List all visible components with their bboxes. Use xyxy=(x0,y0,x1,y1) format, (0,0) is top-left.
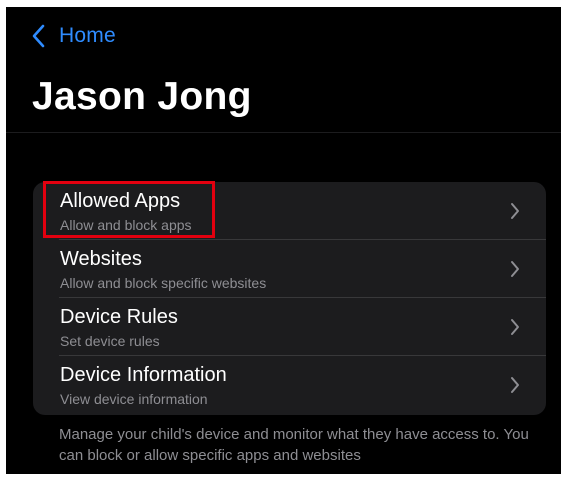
chevron-right-icon xyxy=(510,202,520,225)
footer-description: Manage your child's device and monitor w… xyxy=(59,426,529,464)
screen: Home Jason Jong Allowed Apps Allow and b… xyxy=(6,7,561,474)
device-rules-title: Device Rules xyxy=(60,306,178,328)
websites-subtitle: Allow and block specific websites xyxy=(60,275,267,291)
chevron-right-icon xyxy=(510,376,520,399)
back-button[interactable]: Home xyxy=(32,21,116,51)
device-rules-subtitle: Set device rules xyxy=(60,333,160,349)
websites-title: Websites xyxy=(60,248,142,270)
device-information-row[interactable]: Device Information View device informati… xyxy=(33,356,546,414)
device-information-subtitle: View device information xyxy=(60,391,208,407)
chevron-right-icon xyxy=(510,318,520,341)
allowed-apps-title: Allowed Apps xyxy=(60,190,181,212)
allowed-apps-row[interactable]: Allowed Apps Allow and block apps xyxy=(33,182,546,240)
allowed-apps-subtitle: Allow and block apps xyxy=(60,217,192,233)
chevron-left-icon xyxy=(32,24,45,48)
device-information-title: Device Information xyxy=(60,364,227,386)
header-divider xyxy=(6,132,561,133)
page-title: Jason Jong xyxy=(32,75,252,118)
device-rules-row[interactable]: Device Rules Set device rules xyxy=(33,298,546,356)
chevron-right-icon xyxy=(510,260,520,283)
back-button-label: Home xyxy=(59,24,116,47)
settings-list: Allowed Apps Allow and block apps Websit… xyxy=(33,182,546,415)
websites-row[interactable]: Websites Allow and block specific websit… xyxy=(33,240,546,298)
